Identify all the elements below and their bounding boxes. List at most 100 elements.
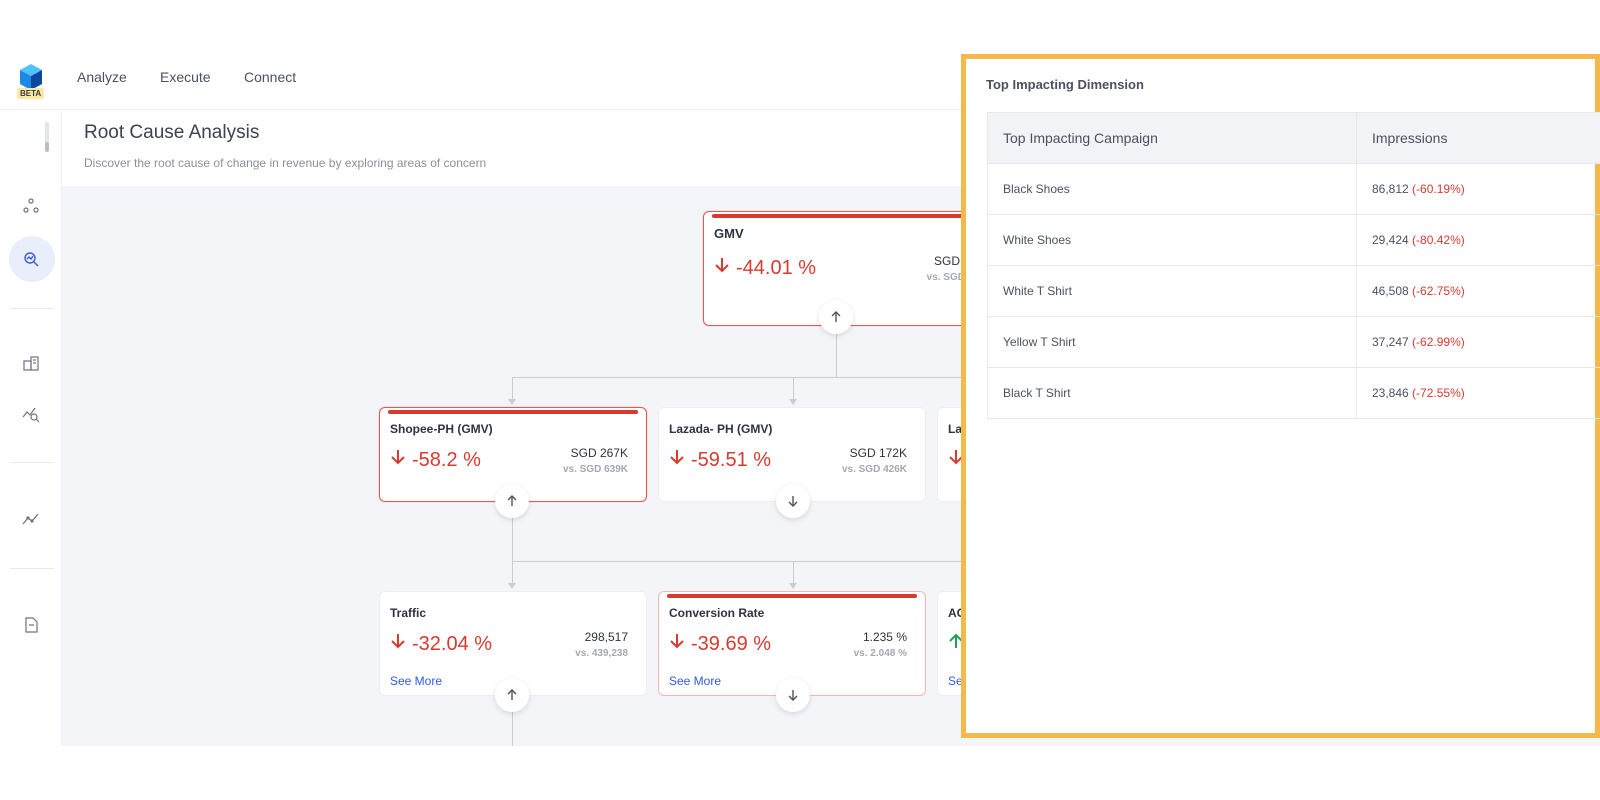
- impressions-cell: 23,846 (-72.55%): [1356, 367, 1600, 419]
- table-row[interactable]: Yellow T Shirt 37,247 (-62.99%): [987, 316, 1600, 368]
- card-change: -59.51 %: [669, 448, 771, 472]
- change-percent: -58.2 %: [412, 448, 481, 471]
- arrow-down-icon: [390, 632, 406, 656]
- search-analysis-icon[interactable]: [18, 246, 44, 272]
- tree-arrowhead: [508, 399, 516, 405]
- card-title: Shopee-PH (GMV): [390, 422, 493, 436]
- table-row[interactable]: White T Shirt 46,508 (-62.75%): [987, 265, 1600, 317]
- card-title: Traffic: [390, 606, 427, 620]
- impressions-change: (-60.19%): [1412, 182, 1465, 196]
- arrow-down-icon: [788, 690, 798, 701]
- change-percent: -44.01 %: [736, 256, 817, 279]
- impressions-value: 29,424: [1372, 233, 1409, 247]
- tree-connector: [793, 561, 794, 585]
- panel-title: Top Impacting Dimension: [986, 77, 1144, 92]
- impressions-change: (-62.99%): [1412, 335, 1465, 349]
- previous-value: vs. 2.048 %: [853, 648, 907, 659]
- building-icon[interactable]: [18, 350, 44, 376]
- top-impacting-dimension-panel: Top Impacting Dimension Top Impacting Ca…: [961, 54, 1600, 738]
- campaign-cell: Black Shoes: [987, 163, 1357, 215]
- previous-value: vs. 439,238: [575, 648, 628, 659]
- impressions-cell: 29,424 (-80.42%): [1356, 214, 1600, 266]
- card-title: Lazada- PH (GMV): [669, 422, 773, 436]
- line-chart-icon[interactable]: [18, 506, 44, 532]
- impressions-change: (-80.42%): [1412, 233, 1465, 247]
- table-row[interactable]: White Shoes 29,424 (-80.42%): [987, 214, 1600, 266]
- tree-connector: [793, 377, 794, 401]
- nav-execute[interactable]: Execute: [160, 69, 211, 85]
- impressions-change: (-62.75%): [1412, 284, 1465, 298]
- tree-connector: [512, 561, 513, 585]
- expand-button[interactable]: [776, 484, 810, 518]
- arrow-down-icon: [788, 496, 798, 507]
- arrow-up-icon: [831, 311, 841, 322]
- beta-badge: BETA: [17, 88, 45, 99]
- previous-value: vs. SGD 426K: [841, 464, 907, 475]
- alert-bar: [712, 214, 974, 218]
- document-icon[interactable]: [18, 612, 44, 638]
- impressions-cell: 86,812 (-60.19%): [1356, 163, 1600, 215]
- current-value: 1.235 %: [862, 630, 907, 644]
- change-percent: -32.04 %: [412, 632, 493, 655]
- campaign-cell: White Shoes: [987, 214, 1357, 266]
- impressions-value: 86,812: [1372, 182, 1409, 196]
- tree-arrowhead: [789, 399, 797, 405]
- arrow-up-icon: [507, 689, 517, 700]
- current-value: 298,517: [584, 630, 628, 644]
- impressions-cell: 46,508 (-62.75%): [1356, 265, 1600, 317]
- card-title: GMV: [714, 226, 744, 241]
- previous-value: vs. SGD 639K: [562, 464, 628, 475]
- tree-connector: [512, 377, 513, 401]
- card-change: -32.04 %: [390, 632, 492, 656]
- tree-arrowhead: [789, 583, 797, 589]
- campaign-cell: White T Shirt: [987, 265, 1357, 317]
- nav-connect[interactable]: Connect: [244, 69, 296, 85]
- nav-analyze[interactable]: Analyze: [77, 69, 127, 85]
- impressions-cell: 37,247 (-62.99%): [1356, 316, 1600, 368]
- sidebar-divider: [10, 462, 54, 463]
- impressions-value: 46,508: [1372, 284, 1409, 298]
- nodes-icon[interactable]: [18, 193, 44, 219]
- impressions-change: (-72.55%): [1412, 386, 1465, 400]
- campaign-cell: Black T Shirt: [987, 367, 1357, 419]
- tree-arrowhead: [508, 583, 516, 589]
- see-more-link[interactable]: See More: [390, 674, 442, 688]
- alert-bar: [667, 594, 917, 598]
- alert-bar: [388, 410, 638, 414]
- change-percent: -59.51 %: [691, 448, 772, 471]
- sidebar-scrollbar[interactable]: [45, 122, 49, 152]
- card-change: -44.01 %: [714, 256, 816, 280]
- see-more-link[interactable]: See More: [669, 674, 721, 688]
- card-change: -58.2 %: [390, 448, 481, 472]
- change-percent: -39.69 %: [691, 632, 772, 655]
- collapse-button[interactable]: [819, 300, 853, 334]
- card-title: La: [948, 422, 963, 436]
- arrow-down-icon: [669, 632, 685, 656]
- arrow-down-icon: [669, 448, 685, 472]
- card-title: Conversion Rate: [669, 606, 765, 620]
- impressions-value: 23,846: [1372, 386, 1409, 400]
- expand-button[interactable]: [776, 678, 810, 712]
- impact-table: Top Impacting Campaign Impressions Black…: [987, 112, 1600, 419]
- column-header[interactable]: Impressions: [1356, 112, 1600, 164]
- column-header[interactable]: Top Impacting Campaign: [987, 112, 1357, 164]
- sidebar-divider: [10, 308, 54, 309]
- sidebar: [0, 110, 62, 746]
- campaign-cell: Yellow T Shirt: [987, 316, 1357, 368]
- tree-connector: [512, 561, 972, 562]
- card-change: -39.69 %: [669, 632, 771, 656]
- current-value: SGD 267K: [570, 446, 628, 460]
- trend-search-icon[interactable]: [18, 401, 44, 427]
- collapse-button[interactable]: [495, 678, 529, 712]
- arrow-down-icon: [714, 256, 730, 280]
- table-header-row: Top Impacting Campaign Impressions: [987, 112, 1600, 164]
- table-row[interactable]: Black T Shirt 23,846 (-72.55%): [987, 367, 1600, 419]
- current-value: SGD 172K: [849, 446, 907, 460]
- arrow-down-icon: [390, 448, 406, 472]
- sidebar-divider: [10, 568, 54, 569]
- table-row[interactable]: Black Shoes 86,812 (-60.19%): [987, 163, 1600, 215]
- tree-connector: [512, 377, 972, 378]
- impressions-value: 37,247: [1372, 335, 1409, 349]
- collapse-button[interactable]: [495, 484, 529, 518]
- arrow-up-icon: [507, 495, 517, 506]
